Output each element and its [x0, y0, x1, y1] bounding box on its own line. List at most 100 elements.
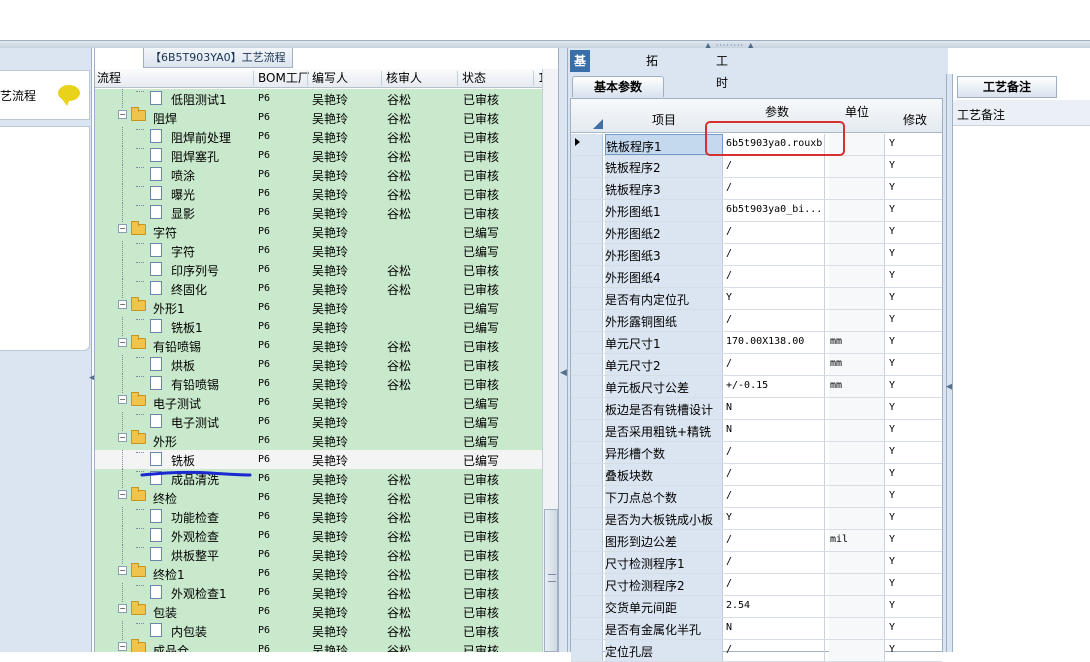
param-row[interactable]: 是否有内定位孔 Y Y [571, 288, 942, 310]
param-row[interactable]: 定位孔层 / Y [571, 640, 942, 662]
param-value-cell[interactable]: / [725, 354, 825, 375]
row-indicator[interactable] [571, 244, 603, 265]
param-modify-cell[interactable]: Y [888, 200, 942, 221]
collapse-toggle-icon[interactable]: − [118, 490, 127, 499]
param-value-cell[interactable]: 6b5t903ya0_bi... [725, 200, 825, 221]
param-row[interactable]: 是否采用粗铣+精铣 N Y [571, 420, 942, 442]
tree-node-label[interactable]: 电子测试 [171, 414, 219, 431]
param-value-cell[interactable]: / [725, 310, 825, 331]
tree-node-label[interactable]: 内包装 [171, 623, 207, 640]
tree-row[interactable]: − 成品仓 P6 吴艳玲 谷松 已审核 [95, 639, 542, 652]
tree-row[interactable]: − 包装 P6 吴艳玲 谷松 已审核 [95, 601, 542, 621]
param-value-cell[interactable]: N [725, 618, 825, 639]
param-item-label[interactable]: 是否采用粗铣+精铣 [605, 420, 723, 441]
param-row[interactable]: 外形图纸1 6b5t903ya0_bi... Y [571, 200, 942, 222]
param-item-label[interactable]: 图形到边公差 [605, 530, 723, 551]
tree-row[interactable]: 喷涂 P6 吴艳玲 谷松 已审核 [95, 165, 542, 184]
row-indicator[interactable] [571, 486, 603, 507]
param-modify-cell[interactable]: Y [888, 266, 942, 287]
tree-node-label[interactable]: 成品仓 [153, 642, 189, 652]
param-item-label[interactable]: 异形槽个数 [605, 442, 723, 463]
param-value-cell[interactable]: / [725, 442, 825, 463]
param-value-cell[interactable]: / [725, 640, 825, 661]
param-unit-cell[interactable] [829, 200, 885, 221]
param-item-label[interactable]: 外形图纸3 [605, 244, 723, 265]
param-unit-cell[interactable] [829, 420, 885, 441]
param-unit-cell[interactable] [829, 508, 885, 529]
tree-row[interactable]: 印序列号 P6 吴艳玲 谷松 已审核 [95, 260, 542, 279]
param-modify-cell[interactable]: Y [888, 486, 942, 507]
param-item-label[interactable]: 交货单元间距 [605, 596, 723, 617]
col-header-modify[interactable]: 修改 [888, 111, 942, 128]
tree-row[interactable]: 铣板1 P6 吴艳玲 已编写 [95, 317, 542, 336]
tree-node-label[interactable]: 阻焊塞孔 [171, 148, 219, 165]
param-row[interactable]: 尺寸检测程序1/ Y [571, 552, 942, 574]
tree-scroll-thumb[interactable] [544, 509, 558, 652]
tree-node-label[interactable]: 有铅喷锡 [171, 376, 219, 393]
param-row[interactable]: 单元尺寸1 170.00X138.00 mm Y [571, 332, 942, 354]
param-item-label[interactable]: 外形露铜图纸 [605, 310, 723, 331]
param-value-cell[interactable]: / [725, 244, 825, 265]
param-value-cell[interactable]: N [725, 420, 825, 441]
row-indicator[interactable] [571, 288, 603, 309]
row-indicator[interactable] [571, 398, 603, 419]
param-modify-cell[interactable]: Y [888, 288, 942, 309]
row-indicator[interactable] [571, 640, 603, 661]
param-modify-cell[interactable]: Y [888, 464, 942, 485]
param-unit-cell[interactable]: mm [829, 354, 885, 375]
col-header-bom[interactable]: BOM工厂 [253, 71, 310, 86]
tree-row[interactable]: 外观检查 P6 吴艳玲 谷松 已审核 [95, 526, 542, 545]
param-row[interactable]: 图形到边公差 / mil Y [571, 530, 942, 552]
tree-node-label[interactable]: 烘板整平 [171, 547, 219, 564]
tab-process-remarks[interactable]: 工艺备注 [957, 76, 1057, 98]
param-unit-cell[interactable] [829, 596, 885, 617]
tree-row[interactable]: 外观检查1 P6 吴艳玲 谷松 已审核 [95, 583, 542, 602]
col-header-param[interactable]: 参数 [725, 103, 829, 120]
param-row[interactable]: 是否为大板铣成小板 Y Y [571, 508, 942, 530]
row-indicator[interactable] [571, 420, 603, 441]
col-header-unit[interactable]: 单位 [829, 103, 885, 120]
param-row[interactable]: 铣板程序3/ Y [571, 178, 942, 200]
param-unit-cell[interactable] [829, 640, 885, 661]
param-item-label[interactable]: 是否有内定位孔 [605, 288, 723, 309]
tree-row[interactable]: 终固化 P6 吴艳玲 谷松 已审核 [95, 279, 542, 298]
param-item-label[interactable]: 外形图纸4 [605, 266, 723, 287]
row-indicator[interactable] [571, 178, 603, 199]
param-row[interactable]: 外形图纸4/ Y [571, 266, 942, 288]
tree-node-label[interactable]: 显影 [171, 205, 195, 222]
param-value-cell[interactable]: 170.00X138.00 [725, 332, 825, 353]
param-modify-cell[interactable]: Y [888, 222, 942, 243]
param-row[interactable]: 外形图纸3/ Y [571, 244, 942, 266]
tab-work-hours[interactable]: 工时 [712, 50, 732, 90]
tree-row[interactable]: 有铅喷锡 P6 吴艳玲 谷松 已审核 [95, 374, 542, 393]
subtab-basic-params[interactable]: 基本参数 [572, 76, 664, 97]
tree-node-label[interactable]: 电子测试 [153, 395, 201, 412]
param-unit-cell[interactable] [829, 464, 885, 485]
param-unit-cell[interactable] [829, 156, 885, 177]
vertical-splitter[interactable]: ◀ [558, 48, 568, 652]
top-splitter[interactable]: ▲ ········ ▲ [0, 40, 1090, 50]
param-modify-cell[interactable]: Y [888, 530, 942, 551]
param-item-label[interactable]: 外形图纸2 [605, 222, 723, 243]
param-value-cell[interactable]: / [725, 552, 825, 573]
param-value-cell[interactable]: 2.54 [725, 596, 825, 617]
param-unit-cell[interactable] [829, 486, 885, 507]
tree-node-label[interactable]: 铣板 [171, 452, 195, 469]
collapse-toggle-icon[interactable]: − [118, 642, 127, 651]
tree-node-label[interactable]: 字符 [153, 224, 177, 241]
tree-node-label[interactable]: 终检1 [153, 566, 185, 583]
collapse-toggle-icon[interactable]: − [118, 604, 127, 613]
tree-node-label[interactable]: 外观检查1 [171, 585, 227, 602]
tree-node-label[interactable]: 外形 [153, 433, 177, 450]
tree-scrollbar[interactable] [542, 69, 559, 652]
row-indicator[interactable] [571, 332, 603, 353]
row-indicator[interactable] [571, 464, 603, 485]
param-unit-cell[interactable] [829, 574, 885, 595]
tree-node-label[interactable]: 低阻测试1 [171, 91, 227, 108]
param-unit-cell[interactable] [829, 310, 885, 331]
param-item-label[interactable]: 定位孔层 [605, 640, 723, 661]
tree-node-label[interactable]: 阻焊前处理 [171, 129, 231, 146]
col-header-writer[interactable]: 编写人 [307, 71, 348, 86]
param-modify-cell[interactable]: Y [888, 574, 942, 595]
param-row[interactable]: 下刀点总个数 / Y [571, 486, 942, 508]
